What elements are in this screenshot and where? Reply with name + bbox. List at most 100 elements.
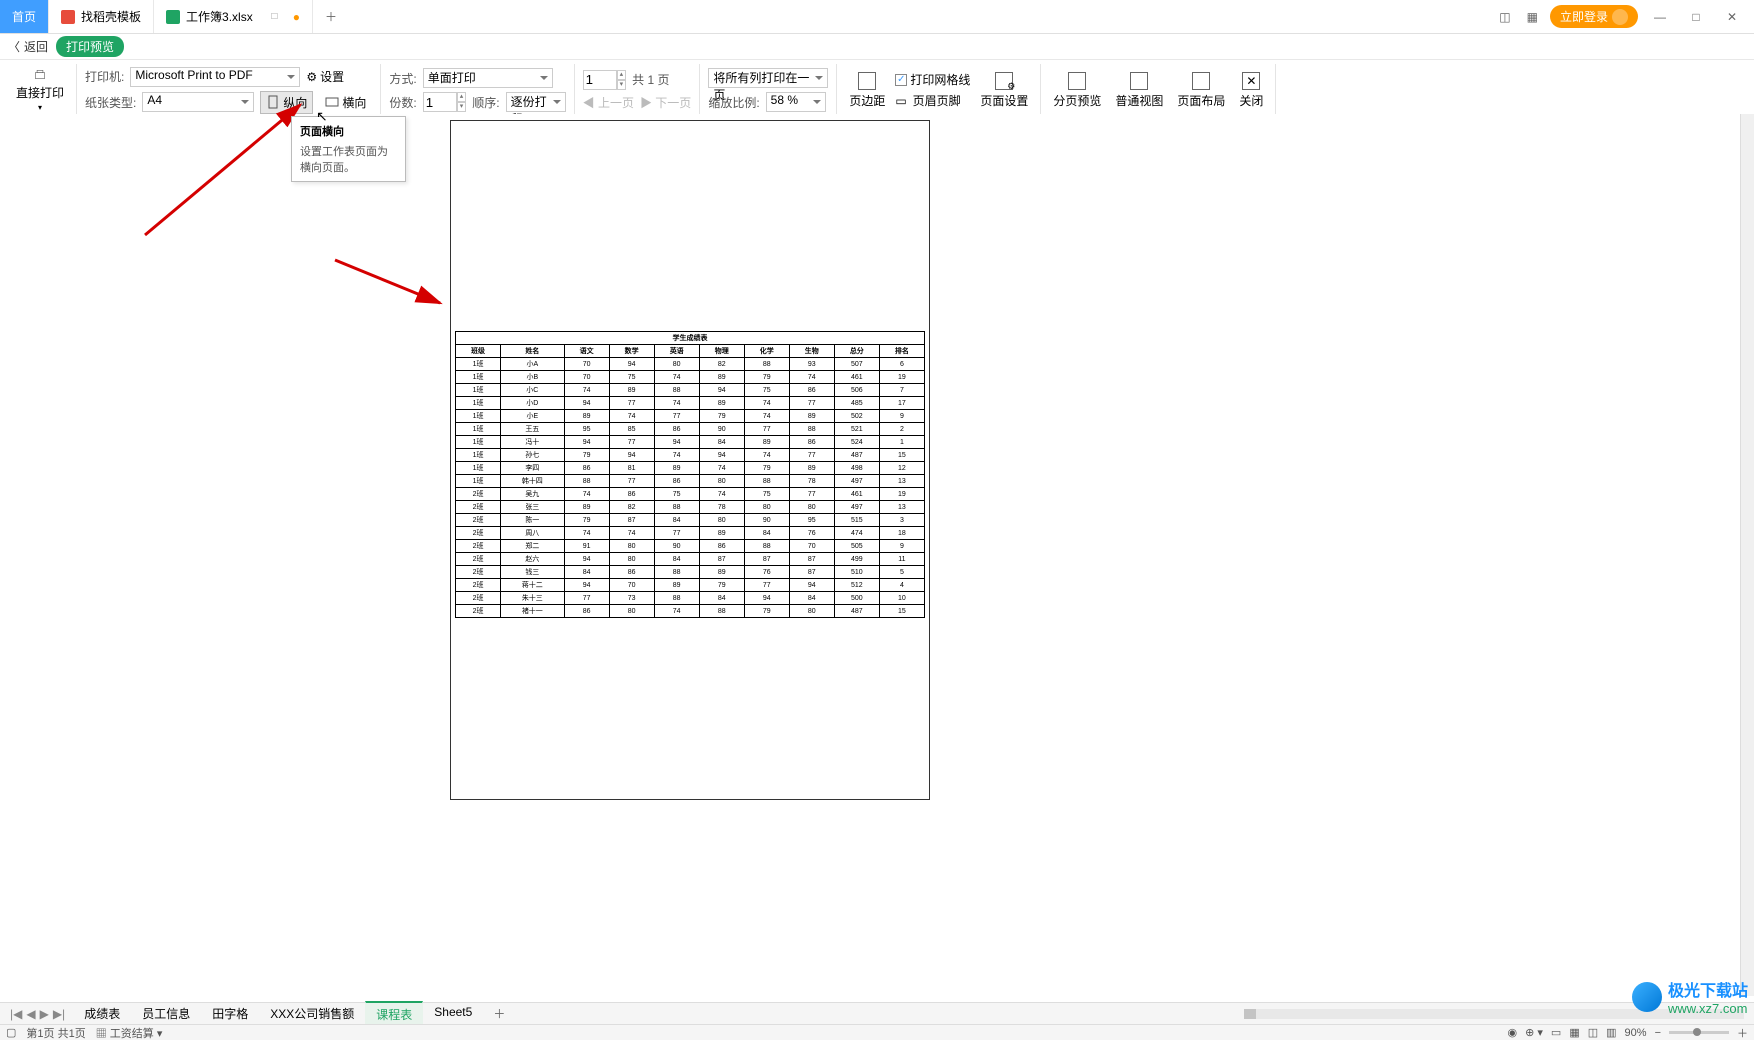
salary-button[interactable]: ▦ 工资结算 ▾ <box>96 1025 163 1041</box>
sheet-tabs: |◀◀▶▶| 成绩表员工信息田字格XXX公司销售额课程表Sheet5 ＋ <box>0 1002 1754 1024</box>
titlebar: 首页 找稻壳模板 工作簿3.xlsx □ ● ＋ ◫ ▦ 立即登录 — □ ✕ <box>0 0 1754 34</box>
header-footer-button[interactable]: ▭页眉页脚 <box>895 92 970 109</box>
table-row: 1班王五9585869077885212 <box>456 423 925 436</box>
page-break-button[interactable]: 分页预览 <box>1049 70 1105 111</box>
table-header: 语文 <box>564 345 609 358</box>
table-row: 2班蒋十二9470897977945124 <box>456 579 925 592</box>
settings-button[interactable]: ⚙设置 <box>306 68 344 85</box>
toolbar: 直接打印▾ 打印机: Microsoft Print to PDF ⚙设置 纸张类… <box>0 60 1754 121</box>
close-button[interactable]: ✕关闭 <box>1235 70 1267 111</box>
sheet-tab[interactable]: 田字格 <box>201 1001 259 1027</box>
table-row: 2班吴九74867574757746119 <box>456 488 925 501</box>
table-title: 学生成绩表 <box>456 332 925 345</box>
paper-label: 纸张类型: <box>85 94 136 111</box>
normal-view-icon <box>1130 72 1148 90</box>
window-maximize[interactable]: □ <box>1682 10 1710 24</box>
sheet-tab[interactable]: 员工信息 <box>131 1001 201 1027</box>
table-row: 2班周八74747789847647418 <box>456 527 925 540</box>
back-button[interactable]: 〈返回 <box>8 38 48 55</box>
tab-template[interactable]: 找稻壳模板 <box>49 0 154 33</box>
page-setup-button[interactable]: ⚙页面设置 <box>976 70 1032 111</box>
next-page-button[interactable]: ▶ 下一页 <box>640 94 691 111</box>
printer-label: 打印机: <box>85 68 124 85</box>
view-normal-icon[interactable]: ▦ <box>1569 1026 1579 1039</box>
table-header: 总分 <box>834 345 879 358</box>
add-sheet-button[interactable]: ＋ <box>485 1005 513 1022</box>
zoom-slider[interactable] <box>1669 1031 1729 1034</box>
margins-button[interactable]: 页边距 <box>845 70 889 111</box>
view-layout-icon[interactable]: ▥ <box>1606 1026 1616 1039</box>
tab-home[interactable]: 首页 <box>0 0 49 33</box>
page-break-icon <box>1068 72 1086 90</box>
table-row: 1班孙七79947494747748715 <box>456 449 925 462</box>
sheet-tab[interactable]: XXX公司销售额 <box>259 1001 365 1027</box>
header-footer-icon: ▭ <box>895 94 906 108</box>
watermark-logo-icon <box>1632 982 1662 1012</box>
table-row: 1班小C7489889475865067 <box>456 384 925 397</box>
paper-select[interactable]: A4 <box>142 92 254 112</box>
page-layout-button[interactable]: 页面布局 <box>1173 70 1229 111</box>
avatar-icon <box>1612 9 1628 25</box>
prev-page-button[interactable]: ◀ 上一页 <box>583 94 634 111</box>
spreadsheet-icon <box>166 10 180 24</box>
page-setup-icon: ⚙ <box>995 72 1013 90</box>
table-row: 1班小A7094808288935076 <box>456 358 925 371</box>
chevron-left-icon: 〈 <box>8 38 20 55</box>
watermark: 极光下载站 www.xz7.com <box>1632 977 1748 1016</box>
vertical-scrollbar[interactable] <box>1740 114 1754 996</box>
table-row: 2班陈一7987848090955153 <box>456 514 925 527</box>
fit-select[interactable]: 将所有列打印在一页 <box>708 68 828 88</box>
table-header: 物理 <box>699 345 744 358</box>
screenshot-icon[interactable]: ▭ <box>1551 1026 1561 1039</box>
status-mode-icon[interactable]: ▢ <box>6 1026 16 1039</box>
preview-area: 学生成绩表 班级姓名语文数学英语物理化学生物总分排名 1班小A709480828… <box>0 114 1740 1010</box>
table-row: 2班赵六94808487878749911 <box>456 553 925 566</box>
window-close[interactable]: ✕ <box>1718 10 1746 24</box>
portrait-button[interactable]: 纵向 <box>260 91 313 114</box>
table-row: 2班郑二9180908688705059 <box>456 540 925 553</box>
center-icon[interactable]: ⊕ ▾ <box>1525 1026 1543 1039</box>
layout-icon[interactable]: ◫ <box>1495 10 1514 24</box>
table-header: 数学 <box>609 345 654 358</box>
margins-icon <box>858 72 876 90</box>
sheet-tab[interactable]: 成绩表 <box>73 1001 131 1027</box>
table-row: 2班钱三8486888976875105 <box>456 566 925 579</box>
order-select[interactable]: 逐份打印 <box>506 92 566 112</box>
tab-add[interactable]: ＋ <box>313 0 349 33</box>
page-preview: 学生成绩表 班级姓名语文数学英语物理化学生物总分排名 1班小A709480828… <box>450 120 930 800</box>
print-preview-badge: 打印预览 <box>56 36 124 57</box>
printer-select[interactable]: Microsoft Print to PDF <box>130 67 300 87</box>
page-stepper[interactable]: ▴▾ <box>583 70 627 90</box>
table-row: 1班李四86818974798949812 <box>456 462 925 475</box>
normal-view-button[interactable]: 普通视图 <box>1111 70 1167 111</box>
close-icon: ✕ <box>1242 72 1260 90</box>
tab-file[interactable]: 工作簿3.xlsx □ ● <box>154 0 313 33</box>
gear-icon: ⚙ <box>306 70 317 84</box>
page-layout-icon <box>1192 72 1210 90</box>
zoom-out-button[interactable]: − <box>1655 1027 1661 1039</box>
table-header: 姓名 <box>501 345 565 358</box>
data-table: 学生成绩表 班级姓名语文数学英语物理化学生物总分排名 1班小A709480828… <box>455 331 925 618</box>
sheet-tab[interactable]: 课程表 <box>365 1001 423 1027</box>
table-row: 2班朱十三77738884948450010 <box>456 592 925 605</box>
landscape-tooltip: 页面横向 设置工作表页面为横向页面。 <box>291 116 406 182</box>
view-page-icon[interactable]: ◫ <box>1588 1026 1598 1039</box>
zoom-value[interactable]: 90% <box>1625 1027 1647 1039</box>
window-minimize[interactable]: — <box>1646 10 1674 24</box>
apps-icon[interactable]: ▦ <box>1523 10 1542 24</box>
print-grid-checkbox[interactable]: ✓打印网格线 <box>895 71 970 88</box>
login-button[interactable]: 立即登录 <box>1550 5 1638 28</box>
zoom-select[interactable]: 58 % <box>766 92 826 112</box>
direct-print-button[interactable]: 直接打印▾ <box>12 66 68 114</box>
table-row: 2班褚十一86807488798048715 <box>456 605 925 618</box>
copies-stepper[interactable]: ▴▾ <box>423 92 467 112</box>
template-icon <box>61 10 75 24</box>
sheet-nav[interactable]: |◀◀▶▶| <box>4 1007 71 1021</box>
sheet-tab[interactable]: Sheet5 <box>423 1001 483 1027</box>
method-select[interactable]: 单面打印 <box>423 68 553 88</box>
tab-dot-icon: ● <box>293 10 300 24</box>
eye-icon[interactable]: ◉ <box>1508 1026 1518 1039</box>
landscape-button[interactable]: 横向 <box>319 91 372 114</box>
table-row: 1班小D94777489747748517 <box>456 397 925 410</box>
zoom-in-button[interactable]: ＋ <box>1737 1025 1748 1041</box>
